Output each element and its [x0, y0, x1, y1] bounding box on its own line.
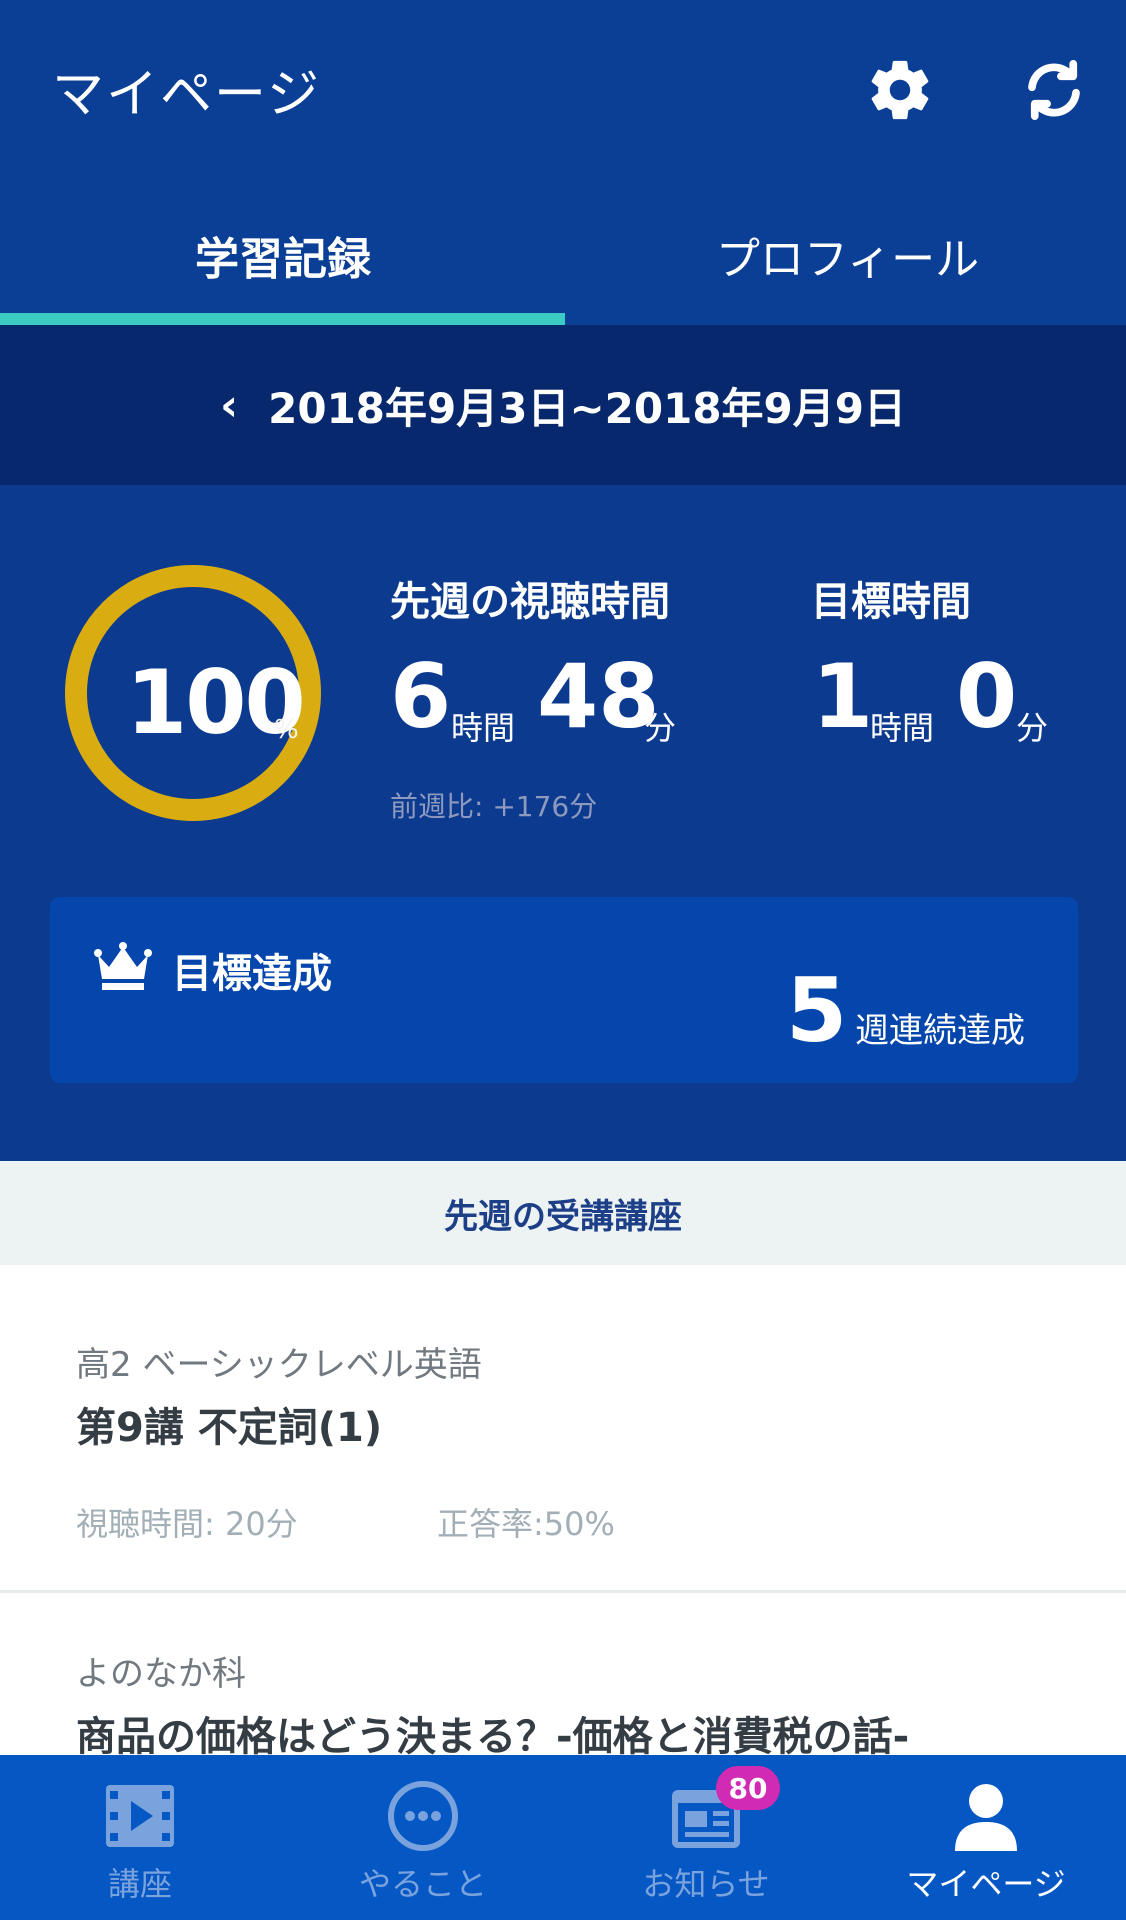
- tab-study-record[interactable]: 学習記録: [195, 223, 371, 287]
- notification-badge: 80: [716, 1766, 780, 1810]
- section-title: 先週の受講講座: [444, 1196, 682, 1237]
- nav-todo[interactable]: やること: [283, 1755, 563, 1920]
- week-compare-text: 前週比: +176分: [390, 790, 598, 823]
- nav-news-label: お知らせ: [642, 1865, 770, 1903]
- lesson-title: 第9講 不定詞(1): [76, 1405, 383, 1451]
- watch-minutes-unit: 分: [644, 709, 677, 747]
- crown-icon: [94, 942, 152, 990]
- date-range-text: 2018年9月3日~2018年9月9日: [268, 383, 907, 433]
- tab-profile[interactable]: プロフィール: [716, 223, 979, 287]
- gear-icon[interactable]: [862, 52, 938, 128]
- list-item[interactable]: よのなか科 商品の価格はどう決まる？-価格と消費税の話-: [0, 1596, 1126, 1755]
- course-name: 高2 ベーシックレベル英語: [76, 1345, 482, 1385]
- nav-lectures[interactable]: 講座: [0, 1755, 280, 1920]
- refresh-icon[interactable]: [1016, 52, 1092, 128]
- nav-lectures-label: 講座: [107, 1865, 172, 1903]
- streak-count: 5: [786, 959, 848, 1062]
- lesson-title: 商品の価格はどう決まる？-価格と消費税の話-: [76, 1714, 910, 1755]
- lecture-list: 高2 ベーシックレベル英語 第9講 不定詞(1) 視聴時間: 20分 正答率:5…: [0, 1265, 1126, 1755]
- page-title: マイページ: [52, 65, 321, 125]
- bottom-nav: 講座 やること お知らせ マイページ: [0, 1755, 1126, 1920]
- video-icon: [106, 1785, 174, 1847]
- achievement-percent-unit: %: [274, 715, 299, 745]
- more-dots-icon: [388, 1781, 458, 1851]
- goal-achievement-card: 目標達成 5 週連続達成: [50, 897, 1078, 1083]
- date-range-bar: ‹ 2018年9月3日~2018年9月9日: [0, 325, 1126, 485]
- user-icon: [955, 1784, 1017, 1851]
- watch-time: 視聴時間: 20分: [76, 1505, 298, 1543]
- nav-mypage[interactable]: マイページ: [846, 1755, 1126, 1920]
- weekly-stats: 100 % 先週の視聴時間 目標時間 6 時間 48 分 1 時間 0 分 前週…: [0, 485, 1126, 1161]
- goal-hours: 1: [812, 645, 874, 748]
- goal-minutes: 0: [956, 645, 1018, 748]
- tab-bar: 学習記録 プロフィール: [0, 175, 1126, 325]
- app-header: マイページ: [0, 0, 1126, 175]
- watch-hours-unit: 時間: [451, 709, 516, 747]
- streak-text: 週連続達成: [855, 1011, 1025, 1051]
- watch-time-label: 先週の視聴時間: [390, 579, 670, 625]
- goal-hours-unit: 時間: [870, 709, 935, 747]
- goal-minutes-unit: 分: [1016, 709, 1049, 747]
- course-name: よのなか科: [76, 1654, 246, 1694]
- nav-todo-label: やること: [358, 1865, 487, 1903]
- nav-mypage-label: マイページ: [906, 1865, 1066, 1903]
- active-tab-indicator: [0, 313, 565, 325]
- accuracy-rate: 正答率:50%: [437, 1505, 615, 1543]
- watch-minutes: 48: [537, 645, 660, 748]
- nav-news[interactable]: お知らせ: [566, 1755, 846, 1920]
- chevron-left-icon[interactable]: ‹: [220, 380, 238, 431]
- goal-time-label: 目標時間: [811, 579, 971, 625]
- goal-achievement-title: 目標達成: [172, 951, 332, 997]
- list-item[interactable]: 高2 ベーシックレベル英語 第9講 不定詞(1) 視聴時間: 20分 正答率:5…: [0, 1265, 1126, 1593]
- watch-hours: 6: [390, 645, 452, 748]
- section-header: 先週の受講講座: [0, 1161, 1126, 1265]
